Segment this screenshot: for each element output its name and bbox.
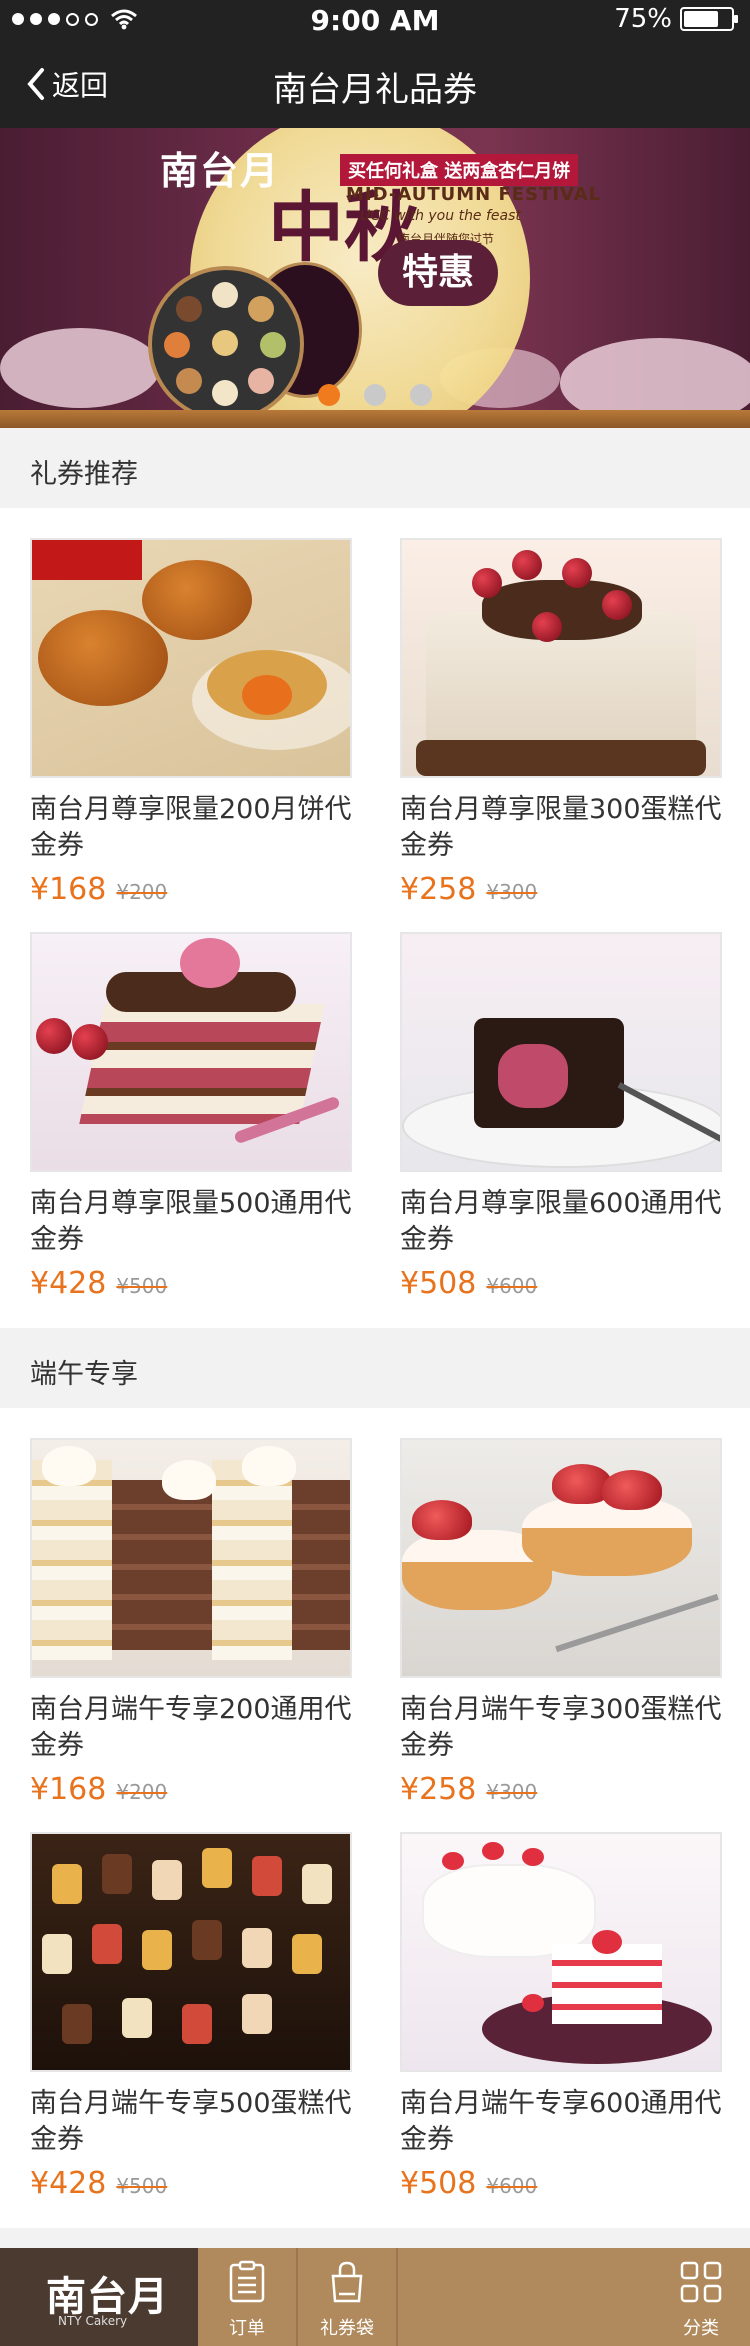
- banner-pager[interactable]: [0, 384, 750, 406]
- section-header-dragon-boat: 端午专享: [0, 1330, 750, 1408]
- banner-tag: 买任何礼盒 送两盒杏仁月饼: [340, 154, 579, 186]
- coupon-original-price: ¥600: [486, 2174, 538, 2198]
- coupon-grid-dragon-boat: 南台月端午专享200通用代金券 ¥168 ¥200 南台月端午专享300蛋糕代金…: [0, 1408, 750, 2228]
- coupon-card[interactable]: 南台月端午专享200通用代金券 ¥168 ¥200: [30, 1438, 352, 1807]
- banner-title-en: MID-AUTUMN FESTIVAL: [346, 184, 602, 205]
- order-icon: [229, 2260, 265, 2303]
- coupon-card[interactable]: 南台月端午专享500蛋糕代金券 ¥428 ¥500: [30, 1832, 352, 2201]
- coupon-card[interactable]: 南台月尊享限量200月饼代金券 ¥168 ¥200: [30, 538, 352, 907]
- banner-brand: 南台月: [160, 149, 281, 193]
- coupon-price: ¥508: [400, 2166, 477, 2201]
- tab-categories[interactable]: 分类: [652, 2248, 750, 2346]
- coupon-original-price: ¥500: [116, 2174, 168, 2198]
- coupon-title: 南台月端午专享600通用代金券: [400, 2088, 722, 2155]
- coupon-price: ¥428: [30, 1266, 107, 1301]
- coupon-card[interactable]: 南台月端午专享300蛋糕代金券 ¥258 ¥300: [400, 1438, 722, 1807]
- bottom-tab-bar: 南台月 NTY Cakery 订单 礼券袋 分类: [0, 2248, 750, 2346]
- sliced-cakes-image: [30, 1438, 352, 1678]
- banner-subtitle-en: UCC with you the feast: [360, 208, 521, 224]
- coupon-card[interactable]: 南台月尊享限量600通用代金券 ¥508 ¥600: [400, 932, 722, 1301]
- coupon-title: 南台月尊享限量500通用代金券: [30, 1188, 352, 1255]
- tab-label: 礼券袋: [320, 2318, 374, 2339]
- tab-label: 分类: [683, 2318, 719, 2339]
- coupon-original-price: ¥300: [486, 880, 538, 904]
- coupon-price: ¥258: [400, 872, 477, 907]
- banner-badge: 特惠: [378, 240, 498, 306]
- pager-dot[interactable]: [364, 384, 386, 406]
- coupon-card[interactable]: 南台月尊享限量300蛋糕代金券 ¥258 ¥300: [400, 538, 722, 907]
- strawberry-cake-image: [400, 1832, 722, 2072]
- battery-percent: 75%: [614, 4, 672, 34]
- strawberry-tarts-image: [400, 1438, 722, 1678]
- layer-cake-slice-image: [30, 932, 352, 1172]
- coupon-price: ¥508: [400, 1266, 477, 1301]
- navigation-bar: 返回 南台月礼品券: [0, 40, 750, 128]
- coupon-title: 南台月端午专享500蛋糕代金券: [30, 2088, 352, 2155]
- coupon-grid-recommended: 南台月尊享限量200月饼代金券 ¥168 ¥200 南台月尊享限量300蛋糕代金…: [0, 508, 750, 1328]
- coupon-title: 南台月端午专享300蛋糕代金券: [400, 1694, 722, 1761]
- pager-dot[interactable]: [318, 384, 340, 406]
- chocolate-cake-slice-image: [400, 932, 722, 1172]
- coupon-original-price: ¥300: [486, 1780, 538, 1804]
- coupon-original-price: ¥200: [116, 880, 168, 904]
- coupon-price: ¥258: [400, 1772, 477, 1807]
- coupon-card[interactable]: 南台月尊享限量500通用代金券 ¥428 ¥500: [30, 932, 352, 1301]
- battery-icon: [680, 7, 738, 31]
- logo-subtext: NTY Cakery: [58, 2314, 128, 2328]
- coupon-title: 南台月尊享限量200月饼代金券: [30, 794, 352, 861]
- mini-desserts-image: [30, 1832, 352, 2072]
- pager-dot[interactable]: [410, 384, 432, 406]
- coupon-title: 南台月尊享限量600通用代金券: [400, 1188, 722, 1255]
- section-header-recommended: 礼券推荐: [0, 430, 750, 508]
- coupon-title: 南台月端午专享200通用代金券: [30, 1694, 352, 1761]
- coupon-original-price: ¥600: [486, 1274, 538, 1298]
- tab-label: 订单: [229, 2318, 265, 2339]
- tab-orders[interactable]: 订单: [198, 2248, 296, 2346]
- coupon-original-price: ¥200: [116, 1780, 168, 1804]
- section-title: 端午专享: [30, 1359, 138, 1390]
- status-bar: 9:00 AM 75%: [0, 0, 750, 40]
- tab-coupon-bag[interactable]: 礼券袋: [298, 2248, 396, 2346]
- grid-icon: [680, 2261, 722, 2303]
- coupon-price: ¥168: [30, 1772, 107, 1807]
- coupon-price: ¥428: [30, 2166, 107, 2201]
- coupon-card[interactable]: 南台月端午专享600通用代金券 ¥508 ¥600: [400, 1832, 722, 2201]
- coupon-title: 南台月尊享限量300蛋糕代金券: [400, 794, 722, 861]
- coupon-price: ¥168: [30, 872, 107, 907]
- bag-icon: [331, 2261, 363, 2303]
- cherry-cake-image: [400, 538, 722, 778]
- brand-logo[interactable]: 南台月 NTY Cakery: [0, 2248, 198, 2346]
- section-title: 礼券推荐: [30, 459, 138, 490]
- promo-banner[interactable]: 南台月 中秋 买任何礼盒 送两盒杏仁月饼 MID-AUTUMN FESTIVAL…: [0, 128, 750, 428]
- page-title: 南台月礼品券: [273, 70, 477, 110]
- mooncake-image: [30, 538, 352, 778]
- coupon-original-price: ¥500: [116, 1274, 168, 1298]
